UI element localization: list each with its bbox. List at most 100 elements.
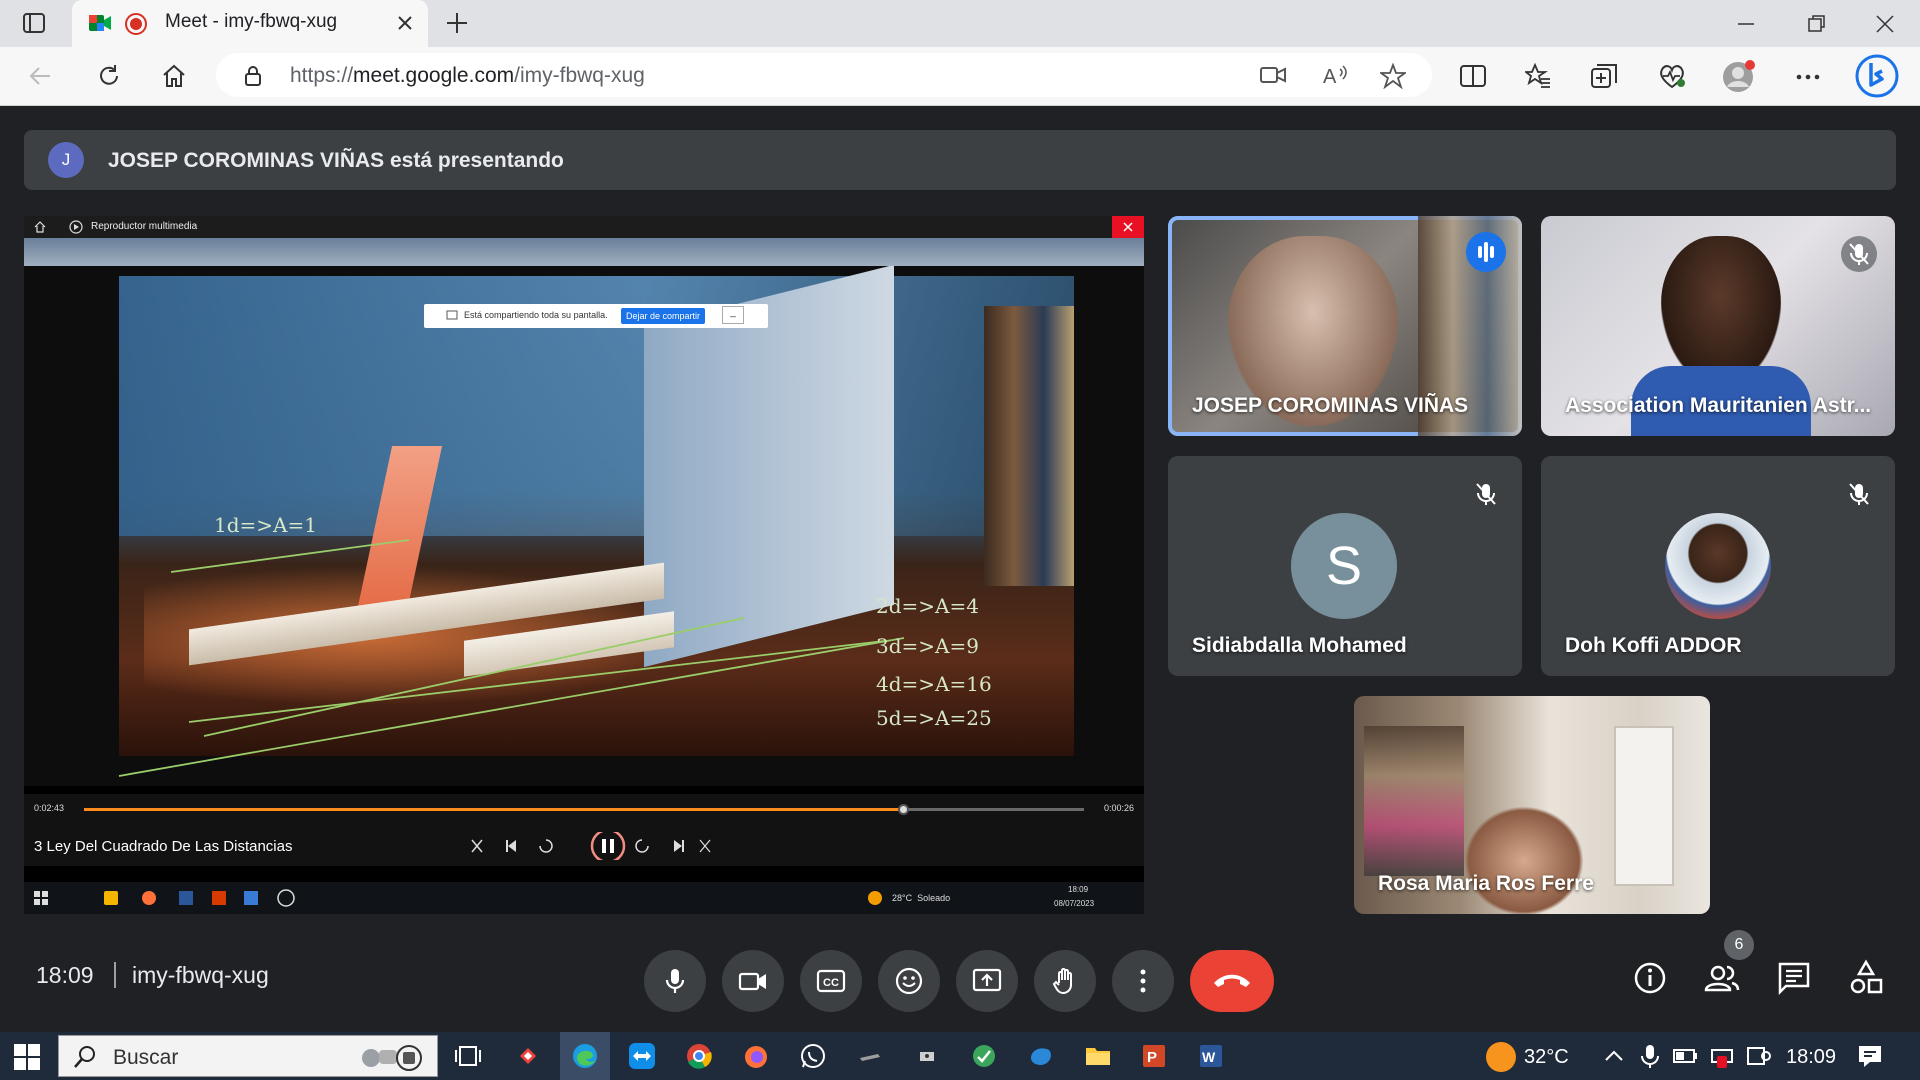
screen-share-icon xyxy=(446,310,458,320)
participant-name: JOSEP COROMINAS VIÑAS xyxy=(1192,394,1469,417)
performance-icon[interactable] xyxy=(1658,63,1686,89)
reload-icon[interactable] xyxy=(96,63,122,89)
favorite-star-icon[interactable] xyxy=(1380,63,1406,89)
seek-bar-track xyxy=(84,804,1084,815)
svg-text:P: P xyxy=(1147,1049,1157,1066)
file-explorer-icon[interactable] xyxy=(1084,1042,1112,1070)
muted-mic-icon xyxy=(1841,236,1877,272)
participant-tile-josep[interactable]: JOSEP COROMINAS VIÑAS xyxy=(1168,216,1522,436)
presenting-banner: J JOSEP COROMINAS VIÑAS está presentando xyxy=(24,130,1896,190)
whatsapp-icon[interactable] xyxy=(799,1042,827,1070)
meeting-info-icon[interactable] xyxy=(1628,956,1672,1000)
raise-hand-button[interactable] xyxy=(1034,950,1096,1012)
presenting-text: JOSEP COROMINAS VIÑAS está presentando xyxy=(108,149,564,172)
tray-notification-app-icon[interactable] xyxy=(1708,1042,1736,1070)
url-text: https://meet.google.com/imy-fbwq-xug xyxy=(290,64,645,87)
anydesk-icon[interactable] xyxy=(514,1042,542,1070)
notifications-icon[interactable] xyxy=(1856,1042,1884,1070)
collections-icon[interactable] xyxy=(1590,63,1618,89)
participant-tile-association[interactable]: Association Mauritanien Astr... xyxy=(1541,216,1895,436)
video-label-5: 5d=>A=25 xyxy=(876,706,992,730)
participant-tile-rosa[interactable]: Rosa Maria Ros Ferre xyxy=(1354,696,1710,914)
camera-button[interactable] xyxy=(722,950,784,1012)
tray-microphone-icon[interactable] xyxy=(1636,1042,1664,1070)
taskbar-weather-text: 32°C xyxy=(1524,1046,1569,1068)
participant-tile-sidiabdalla[interactable]: S Sidiabdalla Mohamed xyxy=(1168,456,1522,676)
shared-home-icon xyxy=(34,221,46,233)
shared-screen[interactable]: Reproductor multimedia 1d=>A=1 2d=>A=4 3… xyxy=(24,216,1144,914)
participant-count-badge: 6 xyxy=(1724,930,1754,960)
participant-tile-doh[interactable]: Doh Koffi ADDOR xyxy=(1541,456,1895,676)
firefox-icon[interactable] xyxy=(742,1042,770,1070)
divider xyxy=(114,962,116,988)
leave-call-button[interactable] xyxy=(1190,950,1274,1012)
shared-window-titlebar: Reproductor multimedia xyxy=(24,216,1144,238)
edge-icon[interactable] xyxy=(571,1042,599,1070)
taskbar-clock[interactable]: 18:09 xyxy=(1786,1046,1836,1069)
windows-start-icon[interactable] xyxy=(14,1044,40,1070)
more-options-icon[interactable] xyxy=(1796,74,1820,80)
chrome-icon[interactable] xyxy=(685,1042,713,1070)
tab-title: Meet - imy-fbwq-xug xyxy=(165,11,338,32)
show-hidden-icons[interactable] xyxy=(1600,1042,1628,1070)
participants-icon[interactable] xyxy=(1700,956,1744,1000)
app-icon-dark-2[interactable] xyxy=(913,1042,941,1070)
media-player-icon xyxy=(69,220,83,234)
more-options-button[interactable] xyxy=(1112,950,1174,1012)
svg-text:W: W xyxy=(1202,1049,1216,1065)
taskbar-search-box[interactable]: Buscar xyxy=(58,1035,438,1077)
seek-bar-fill xyxy=(84,808,904,811)
read-aloud-icon[interactable]: A xyxy=(1322,63,1348,87)
tab-actions-icon[interactable] xyxy=(22,12,46,34)
svg-text:A: A xyxy=(1323,66,1337,87)
shared-taskbar: 28°C Soleado 18:09 08/07/2023 xyxy=(24,882,1144,914)
word-icon[interactable]: W xyxy=(1198,1042,1226,1070)
app-icon-green[interactable] xyxy=(970,1042,998,1070)
address-bar[interactable]: https://meet.google.com/imy-fbwq-xug A xyxy=(216,53,1432,97)
battery-icon[interactable] xyxy=(1672,1042,1700,1070)
back-icon[interactable] xyxy=(28,64,52,88)
bing-copilot-icon[interactable] xyxy=(1854,53,1900,99)
svg-text:CC: CC xyxy=(823,977,839,989)
lock-icon[interactable] xyxy=(244,65,262,87)
search-icon xyxy=(73,1045,97,1069)
participant-photo xyxy=(1665,513,1771,619)
recording-icon xyxy=(124,12,148,36)
microphone-button[interactable] xyxy=(644,950,706,1012)
video-frame: 1d=>A=1 2d=>A=4 3d=>A=9 4d=>A=16 5d=>A=2… xyxy=(24,266,1144,786)
weather-sun-icon[interactable] xyxy=(1486,1042,1516,1072)
chat-icon[interactable] xyxy=(1772,956,1816,1000)
participant-avatar: S xyxy=(1291,513,1397,619)
shared-window-title: Reproductor multimedia xyxy=(91,221,198,232)
minimize-window-icon[interactable] xyxy=(1738,22,1756,26)
close-tab-icon[interactable] xyxy=(397,15,413,31)
active-tab[interactable]: Meet - imy-fbwq-xug xyxy=(72,0,428,47)
speaking-indicator-icon xyxy=(1466,232,1506,272)
app-icon-dark-1[interactable] xyxy=(856,1042,884,1070)
task-view-icon[interactable] xyxy=(454,1042,482,1070)
split-screen-icon[interactable] xyxy=(1460,64,1486,88)
profile-avatar-icon[interactable] xyxy=(1722,59,1756,93)
captions-button[interactable]: CC xyxy=(800,950,862,1012)
tray-app-icon[interactable] xyxy=(1744,1042,1772,1070)
camera-in-use-icon[interactable] xyxy=(1260,65,1286,85)
app-icon-blue[interactable] xyxy=(1027,1042,1055,1070)
favorites-icon[interactable] xyxy=(1525,63,1551,89)
participant-name: Doh Koffi ADDOR xyxy=(1565,634,1742,657)
browser-toolbar: https://meet.google.com/imy-fbwq-xug A xyxy=(0,47,1920,106)
shared-start-icon xyxy=(34,891,48,905)
new-tab-icon[interactable] xyxy=(446,12,468,34)
present-screen-button[interactable] xyxy=(956,950,1018,1012)
powerpoint-icon[interactable]: P xyxy=(1141,1042,1169,1070)
activities-icon[interactable] xyxy=(1844,956,1888,1000)
participant-name: Association Mauritanien Astr... xyxy=(1565,394,1872,417)
home-icon[interactable] xyxy=(161,63,187,89)
restore-window-icon[interactable] xyxy=(1808,15,1826,33)
shared-clock-date: 08/07/2023 xyxy=(1054,899,1095,908)
video-label-2: 2d=>A=4 xyxy=(876,594,979,618)
emoji-reaction-button[interactable] xyxy=(878,950,940,1012)
teamviewer-icon[interactable] xyxy=(628,1042,656,1070)
muted-mic-icon xyxy=(1468,476,1504,512)
close-window-icon[interactable] xyxy=(1876,15,1894,33)
video-label-3: 3d=>A=9 xyxy=(876,634,979,658)
